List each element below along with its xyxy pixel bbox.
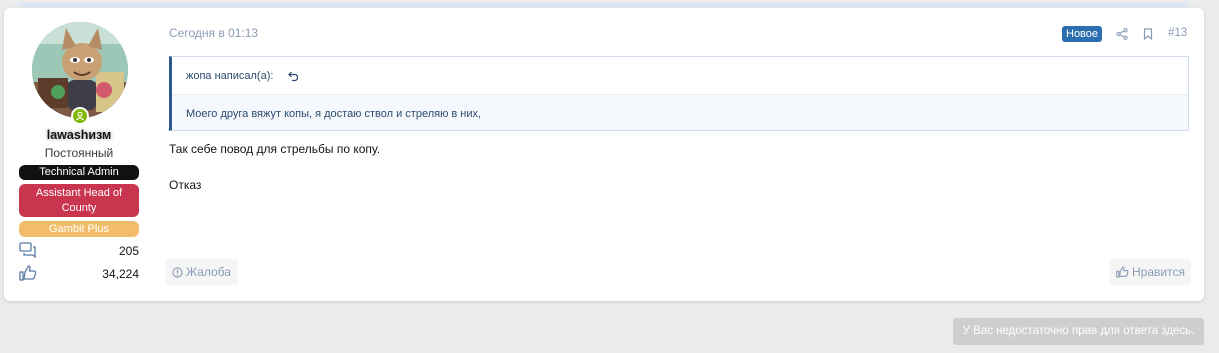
avatar[interactable] <box>32 22 128 118</box>
banner-assistant-head: Assistant Head of County <box>19 184 139 217</box>
previous-post-edge <box>18 3 1189 7</box>
message-line: Отказ <box>169 178 202 192</box>
like-button[interactable]: Нравится <box>1110 259 1191 285</box>
bookmark-icon[interactable] <box>1143 27 1153 45</box>
likes-count: 34,224 <box>102 267 139 281</box>
stat-messages: 205 <box>19 242 139 259</box>
banner-technical-admin: Technical Admin <box>19 165 139 180</box>
quote-block: жопа написал(а): Моего друга вяжут копы,… <box>169 56 1189 131</box>
post-card: lawashизм Постоянный Technical Admin Ass… <box>4 8 1204 301</box>
user-title: Постоянный <box>44 146 114 160</box>
quote-header: жопа написал(а): <box>172 57 1188 95</box>
report-button[interactable]: Жалоба <box>166 259 238 285</box>
thumbs-up-icon <box>19 265 37 286</box>
post-date[interactable]: Сегодня в 01:13 <box>169 26 258 40</box>
banner-gambit-plus: Gambit Plus <box>19 221 139 237</box>
stat-likes: 34,224 <box>19 265 139 281</box>
user-online-icon <box>73 109 87 123</box>
warning-circle-icon <box>172 266 183 278</box>
new-badge: Новое <box>1062 26 1103 42</box>
avatar-image <box>32 22 128 118</box>
report-label: Жалоба <box>186 265 231 279</box>
quote-author[interactable]: жопа написал(а): <box>186 70 273 82</box>
thumbs-up-icon <box>1116 266 1129 278</box>
like-label: Нравится <box>1132 265 1185 279</box>
post-number[interactable]: #13 <box>1168 27 1187 39</box>
username[interactable]: lawashизм <box>19 128 139 142</box>
share-icon[interactable] <box>1116 27 1128 45</box>
quote-text: Моего друга вяжут копы, я достаю ствол и… <box>186 108 482 120</box>
go-to-quote-icon[interactable] <box>288 69 299 87</box>
messages-count: 205 <box>118 244 139 258</box>
message-line: Так себе повод для стрельбы по копу. <box>169 142 381 156</box>
no-permission-notice: У Вас недостаточно прав для ответа здесь… <box>953 318 1204 345</box>
messages-icon <box>19 242 37 263</box>
online-status-badge <box>71 107 89 125</box>
